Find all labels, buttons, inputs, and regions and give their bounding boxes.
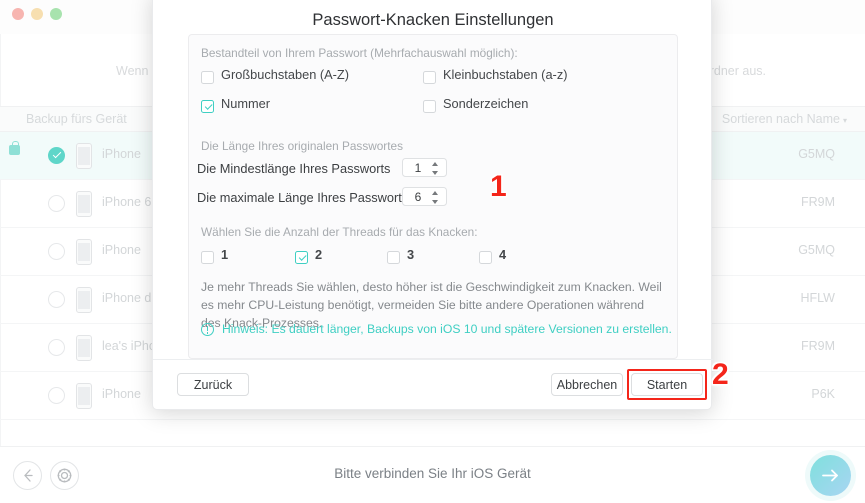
label-special-characters: Sonderzeichen bbox=[443, 96, 529, 111]
info-circle-icon bbox=[201, 323, 214, 336]
close-window-icon[interactable] bbox=[12, 8, 24, 20]
min-length-value: 1 bbox=[414, 161, 422, 175]
settings-panel: Bestandteil von Ihrem Passwort (Mehrfach… bbox=[188, 34, 678, 359]
max-length-stepper[interactable]: 6 bbox=[402, 187, 447, 206]
minimize-window-icon[interactable] bbox=[31, 8, 43, 20]
label-threads-2: 2 bbox=[315, 247, 323, 262]
threads-section-label: Wählen Sie die Anzahl der Threads für da… bbox=[201, 225, 478, 239]
device-name: iPhone bbox=[102, 387, 141, 401]
device-list-title: Backup fürs Gerät bbox=[26, 112, 127, 126]
stepper-arrows-icon[interactable] bbox=[432, 162, 440, 175]
iphone-icon bbox=[76, 143, 92, 169]
iphone-icon bbox=[76, 383, 92, 409]
component-section-label: Bestandteil von Ihrem Passwort (Mehrfach… bbox=[201, 46, 518, 60]
status-text: Bitte verbinden Sie Ihr iOS Gerät bbox=[334, 466, 531, 481]
device-select-checkbox[interactable] bbox=[48, 243, 65, 260]
iphone-icon bbox=[76, 287, 92, 313]
stepper-arrows-icon[interactable] bbox=[432, 191, 440, 204]
label-lowercase: Kleinbuchstaben (a-z) bbox=[443, 67, 568, 82]
annotation-number-1: 1 bbox=[490, 170, 507, 203]
password-crack-settings-dialog: Passwort-Knacken Einstellungen Bestandte… bbox=[152, 0, 713, 410]
next-button[interactable] bbox=[810, 455, 851, 496]
device-id: FR9M bbox=[800, 339, 835, 353]
label-threads-1: 1 bbox=[221, 247, 229, 262]
maximize-window-icon[interactable] bbox=[50, 8, 62, 20]
label-threads-4: 4 bbox=[499, 247, 507, 262]
checkbox-threads-3[interactable] bbox=[387, 251, 400, 264]
max-length-label: Die maximale Länge Ihres Passworts bbox=[197, 190, 409, 205]
device-id: G5MQ bbox=[798, 243, 835, 257]
lock-icon bbox=[9, 141, 20, 155]
label-threads-3: 3 bbox=[407, 247, 415, 262]
device-id: P6K bbox=[811, 387, 835, 401]
annotation-number-2: 2 bbox=[712, 358, 729, 391]
min-length-stepper[interactable]: 1 bbox=[402, 158, 447, 177]
device-id: G5MQ bbox=[798, 147, 835, 161]
iphone-icon bbox=[76, 335, 92, 361]
sort-by-name-label: Sortieren nach Name bbox=[721, 112, 840, 126]
device-id: FR9M bbox=[800, 195, 835, 209]
arrow-right-icon bbox=[822, 469, 838, 482]
max-length-value: 6 bbox=[414, 190, 422, 204]
hint-text: Hinweis: Es dauert länger, Backups von i… bbox=[222, 322, 672, 336]
min-length-label: Die Mindestlänge Ihres Passworts bbox=[197, 161, 391, 176]
device-select-checkbox[interactable] bbox=[48, 195, 65, 212]
cancel-button[interactable]: Abbrechen bbox=[551, 373, 623, 396]
checkbox-threads-2[interactable] bbox=[295, 251, 308, 264]
dialog-footer: Zurück Abbrechen Starten bbox=[153, 359, 713, 409]
start-button-highlight bbox=[627, 369, 707, 400]
device-name: iPhone bbox=[102, 147, 141, 161]
device-select-checkbox[interactable] bbox=[48, 291, 65, 308]
sort-by-name-dropdown[interactable]: Sortieren nach Name ▾ bbox=[722, 112, 847, 126]
device-select-checkbox[interactable] bbox=[48, 387, 65, 404]
checkbox-special-characters[interactable] bbox=[423, 100, 436, 113]
device-name: iPhone bbox=[102, 243, 141, 257]
dialog-title: Passwort-Knacken Einstellungen bbox=[312, 11, 554, 29]
length-section-label: Die Länge Ihres originalen Passwortes bbox=[201, 139, 403, 153]
device-name: iPhone 6 bbox=[102, 195, 152, 209]
chevron-down-icon: ▾ bbox=[842, 116, 847, 125]
checkbox-uppercase[interactable] bbox=[201, 71, 214, 84]
device-select-checkbox[interactable] bbox=[48, 147, 65, 164]
device-id: HFLW bbox=[800, 291, 836, 305]
checkbox-lowercase[interactable] bbox=[423, 71, 436, 84]
device-select-checkbox[interactable] bbox=[48, 339, 65, 356]
label-uppercase: Großbuchstaben (A-Z) bbox=[221, 67, 350, 82]
checkbox-threads-1[interactable] bbox=[201, 251, 214, 264]
bottom-toolbar: Bitte verbinden Sie Ihr iOS Gerät bbox=[0, 446, 865, 503]
label-numbers: Nummer bbox=[221, 96, 271, 111]
iphone-icon bbox=[76, 239, 92, 265]
back-button[interactable]: Zurück bbox=[177, 373, 249, 396]
checkbox-numbers[interactable] bbox=[201, 100, 214, 113]
iphone-icon bbox=[76, 191, 92, 217]
checkbox-threads-4[interactable] bbox=[479, 251, 492, 264]
